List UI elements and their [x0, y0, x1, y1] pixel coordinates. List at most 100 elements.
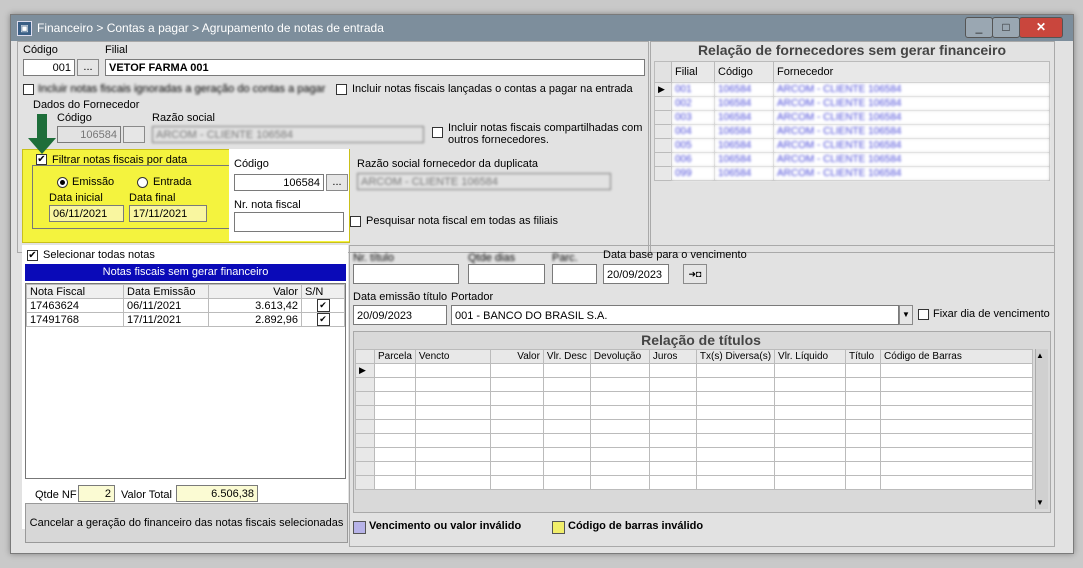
- titulos-cell[interactable]: [845, 391, 882, 406]
- titulos-cell[interactable]: [589, 447, 650, 462]
- titulos-cell[interactable]: [774, 391, 847, 406]
- titulos-cell[interactable]: [774, 447, 847, 462]
- data-base-input[interactable]: 20/09/2023: [603, 264, 669, 284]
- fixar-checkbox[interactable]: [918, 309, 929, 320]
- dup-search-button[interactable]: ...: [326, 174, 348, 191]
- table-row[interactable]: 003 106584 ARCOM - CLIENTE 106584: [654, 110, 1050, 125]
- titulos-cell[interactable]: [589, 405, 650, 420]
- titulos-cell[interactable]: [774, 363, 847, 378]
- titulos-cell[interactable]: [845, 433, 882, 448]
- titulos-cell[interactable]: [374, 433, 416, 448]
- table-row[interactable]: 002 106584 ARCOM - CLIENTE 106584: [654, 96, 1050, 111]
- titulos-cell[interactable]: [880, 461, 1033, 476]
- table-row[interactable]: 17463624 06/11/2021 3.613,42 ✔: [26, 298, 345, 313]
- titulos-cell[interactable]: [845, 461, 882, 476]
- titulos-cell[interactable]: [489, 391, 544, 406]
- titulos-cell[interactable]: [695, 419, 776, 434]
- titulos-cell[interactable]: [880, 391, 1033, 406]
- titulos-cell[interactable]: [648, 447, 697, 462]
- fornecedor-razao-input[interactable]: ARCOM - CLIENTE 106584: [152, 126, 424, 143]
- titulos-cell[interactable]: [542, 391, 591, 406]
- titulos-cell[interactable]: [542, 419, 591, 434]
- titulos-cell[interactable]: [774, 433, 847, 448]
- titulos-cell[interactable]: [774, 461, 847, 476]
- notas-col-header[interactable]: Valor: [208, 284, 302, 299]
- titulos-cell[interactable]: [414, 419, 491, 434]
- titulos-cell[interactable]: [880, 377, 1033, 392]
- sn-cell[interactable]: ✔: [301, 312, 345, 327]
- titulos-cell[interactable]: [695, 475, 776, 490]
- fornecedores-col-header[interactable]: Filial: [671, 61, 715, 83]
- titulos-cell[interactable]: [695, 363, 776, 378]
- compartilhadas-checkbox[interactable]: [432, 127, 443, 138]
- titulos-cell[interactable]: [648, 475, 697, 490]
- filial-input[interactable]: VETOF FARMA 001: [105, 59, 645, 76]
- parc-input[interactable]: [552, 264, 597, 284]
- emissao-radio[interactable]: [57, 177, 68, 188]
- titulos-cell[interactable]: [489, 475, 544, 490]
- table-row[interactable]: [355, 419, 1033, 434]
- titulos-cell[interactable]: [880, 419, 1033, 434]
- maximize-button[interactable]: □: [992, 17, 1020, 38]
- pesquisar-checkbox[interactable]: [350, 216, 361, 227]
- portador-select[interactable]: 001 - BANCO DO BRASIL S.A.: [451, 305, 899, 325]
- nr-nota-input[interactable]: [234, 212, 344, 232]
- qtde-dias-input[interactable]: [468, 264, 545, 284]
- table-row[interactable]: [355, 447, 1033, 462]
- titulos-cell[interactable]: [589, 391, 650, 406]
- titulos-cell[interactable]: [589, 419, 650, 434]
- table-row[interactable]: 099 106584 ARCOM - CLIENTE 106584: [654, 166, 1050, 181]
- close-button[interactable]: ✕: [1019, 17, 1063, 38]
- table-row[interactable]: [355, 433, 1033, 448]
- titulos-cell[interactable]: [589, 461, 650, 476]
- titulos-scrollbar[interactable]: [1035, 349, 1048, 509]
- titulos-cell[interactable]: [374, 363, 416, 378]
- titulos-cell[interactable]: [880, 447, 1033, 462]
- table-row[interactable]: 004 106584 ARCOM - CLIENTE 106584: [654, 124, 1050, 139]
- titulos-col-header[interactable]: Parcela: [374, 349, 416, 364]
- titulos-cell[interactable]: [414, 391, 491, 406]
- portador-dropdown-icon[interactable]: ▼: [899, 305, 913, 325]
- titulos-cell[interactable]: [414, 405, 491, 420]
- titulos-cell[interactable]: [880, 475, 1033, 490]
- titulos-cell[interactable]: [695, 461, 776, 476]
- titulos-cell[interactable]: [374, 475, 416, 490]
- notas-col-header[interactable]: Nota Fiscal: [26, 284, 124, 299]
- table-row[interactable]: [355, 377, 1033, 392]
- titulos-cell[interactable]: [542, 461, 591, 476]
- table-row[interactable]: [355, 461, 1033, 476]
- titulos-cell[interactable]: [414, 475, 491, 490]
- titulos-cell[interactable]: [489, 433, 544, 448]
- dup-codigo-input[interactable]: 106584: [234, 174, 324, 191]
- emissao-titulo-input[interactable]: 20/09/2023: [353, 305, 447, 325]
- titulos-cell[interactable]: [589, 377, 650, 392]
- titulos-cell[interactable]: [845, 475, 882, 490]
- titulos-cell[interactable]: [414, 433, 491, 448]
- titulos-cell[interactable]: [695, 447, 776, 462]
- titulos-cell[interactable]: [845, 447, 882, 462]
- titulos-cell[interactable]: [542, 363, 591, 378]
- sn-checkbox[interactable]: ✔: [316, 299, 330, 312]
- titulos-cell[interactable]: [880, 405, 1033, 420]
- titulos-cell[interactable]: [648, 419, 697, 434]
- titulos-cell[interactable]: [880, 433, 1033, 448]
- titulos-col-header[interactable]: Tx(s) Diversa(s): [695, 349, 776, 364]
- notas-col-header[interactable]: S/N: [301, 284, 345, 299]
- titulos-cell[interactable]: [542, 475, 591, 490]
- titulos-cell[interactable]: [589, 363, 650, 378]
- titulos-cell[interactable]: [542, 377, 591, 392]
- titulos-cell[interactable]: [489, 461, 544, 476]
- titulos-cell[interactable]: [374, 377, 416, 392]
- table-row[interactable]: [355, 391, 1033, 406]
- titulos-cell[interactable]: [374, 405, 416, 420]
- titulos-cell[interactable]: [648, 433, 697, 448]
- titulos-cell[interactable]: [845, 419, 882, 434]
- titulos-col-header[interactable]: Valor: [489, 349, 544, 364]
- table-row[interactable]: ▶: [355, 363, 1033, 378]
- titulos-cell[interactable]: [589, 433, 650, 448]
- titulos-cell[interactable]: [414, 447, 491, 462]
- filtrar-data-checkbox[interactable]: ✔: [36, 154, 47, 165]
- sn-cell[interactable]: ✔: [301, 298, 345, 313]
- titulos-col-header[interactable]: Código de Barras: [880, 349, 1033, 364]
- titulos-cell[interactable]: [414, 363, 491, 378]
